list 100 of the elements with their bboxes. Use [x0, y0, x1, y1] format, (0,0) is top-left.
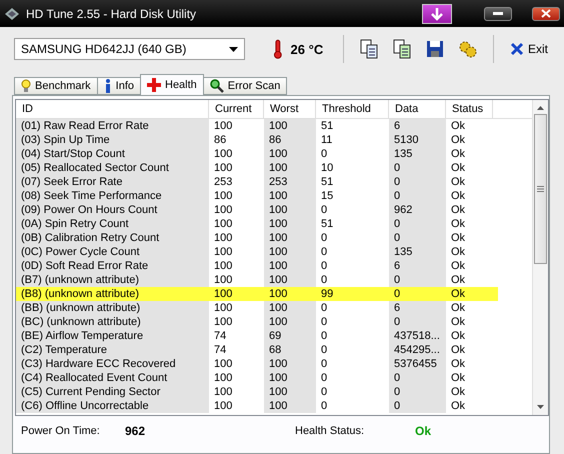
- table-row[interactable]: (BE) Airflow Temperature 74 69 0 437518... Ok: [16, 329, 532, 343]
- download-button[interactable]: [422, 4, 452, 24]
- table-row[interactable]: (09) Power On Hours Count 100 100 0 962 Ok: [16, 203, 532, 217]
- table-cell: 100: [264, 357, 316, 371]
- table-cell: 5376455: [389, 357, 446, 371]
- table-cell-text: Ok: [450, 231, 466, 245]
- table-row[interactable]: (08) Seek Time Performance 100 100 15 0 Ok: [16, 189, 532, 203]
- table-cell: (07) Seek Error Rate: [16, 175, 209, 189]
- table-cell-text: 10: [320, 161, 334, 175]
- table-row[interactable]: (0C) Power Cycle Count 100 100 0 135 Ok: [16, 245, 532, 259]
- tab[interactable]: Info: [96, 77, 141, 95]
- down-arrow-icon: [430, 6, 444, 20]
- table-cell: (BE) Airflow Temperature: [16, 329, 209, 343]
- table-row[interactable]: (C2) Temperature 74 68 0 454295... Ok: [16, 343, 532, 357]
- table-cell-text: 0: [320, 357, 328, 371]
- table-row[interactable]: (C4) Reallocated Event Count 100 100 0 0 Ok: [16, 371, 532, 385]
- scrollbar[interactable]: [532, 100, 548, 415]
- tab[interactable]: Error Scan: [202, 77, 288, 95]
- table-cell-text: 0: [320, 343, 328, 357]
- table-cell-text: Ok: [450, 259, 466, 273]
- table-cell-text: (B8) (unknown attribute): [20, 287, 140, 301]
- table-cell-text: 86: [213, 133, 228, 147]
- table-cell-text: 74: [213, 329, 228, 343]
- grip-icon: [537, 186, 544, 192]
- table-cell-text: 100: [268, 287, 288, 301]
- table-row[interactable]: (C6) Offline Uncorrectable 100 100 0 0 Ok: [16, 399, 532, 413]
- table-cell-text: Ok: [450, 161, 466, 175]
- tab[interactable]: Health: [140, 74, 204, 95]
- table-row[interactable]: (01) Raw Read Error Rate 100 100 51 6 Ok: [16, 119, 532, 133]
- table-cell: (01) Raw Read Error Rate: [16, 119, 209, 133]
- table-cell-text: 15: [320, 189, 334, 203]
- table-cell-text: 0: [320, 371, 328, 385]
- table-cell-text: Ok: [450, 133, 466, 147]
- table-row[interactable]: (0A) Spin Retry Count 100 100 51 0 Ok: [16, 217, 532, 231]
- column-header[interactable]: Data: [389, 100, 446, 118]
- table-row[interactable]: (07) Seek Error Rate 253 253 51 0 Ok: [16, 175, 532, 189]
- table-cell: (BC) (unknown attribute): [16, 315, 209, 329]
- column-header[interactable]: Threshold: [316, 100, 389, 118]
- table-cell-text: 100: [213, 203, 234, 217]
- table-cell-text: 100: [213, 189, 234, 203]
- health-status-value: Ok: [415, 424, 432, 438]
- table-cell-text: Ok: [450, 273, 466, 287]
- table-cell: (C6) Offline Uncorrectable: [16, 399, 209, 413]
- table-row[interactable]: (03) Spin Up Time 86 86 11 5130 Ok: [16, 133, 532, 147]
- column-header[interactable]: ID: [16, 100, 209, 118]
- table-cell-text: Ok: [450, 287, 466, 301]
- exit-button[interactable]: Exit: [506, 40, 552, 58]
- table-cell: 100: [264, 301, 316, 315]
- table-cell-text: Ok: [450, 385, 466, 399]
- table-row[interactable]: (B8) (unknown attribute) 100 100 99 0 Ok: [16, 287, 498, 301]
- column-header[interactable]: Worst: [264, 100, 316, 118]
- close-button[interactable]: [532, 6, 560, 20]
- table-cell-text: Ok: [450, 315, 466, 329]
- table-cell-text: 100: [213, 231, 234, 245]
- table-cell: 437518...: [389, 329, 446, 343]
- table-cell-text: 100: [213, 119, 234, 133]
- table-cell-text: 0: [320, 315, 328, 329]
- table-row[interactable]: (05) Reallocated Sector Count 100 100 10 0 Ok: [16, 161, 532, 175]
- table-cell-text: 51: [320, 217, 334, 231]
- scroll-down-arrow-icon[interactable]: [537, 405, 544, 409]
- table-cell-text: 0: [320, 231, 328, 245]
- table-cell: 135: [389, 245, 446, 259]
- table-row[interactable]: (BC) (unknown attribute) 100 100 0 0 Ok: [16, 315, 532, 329]
- table-cell: 0: [389, 161, 446, 175]
- table-row[interactable]: (0B) Calibration Retry Count 100 100 0 0 Ok: [16, 231, 532, 245]
- table-row[interactable]: (0D) Soft Read Error Rate 100 100 0 6 Ok: [16, 259, 532, 273]
- scroll-up-arrow-icon[interactable]: [537, 106, 544, 110]
- table-row[interactable]: (C3) Hardware ECC Recovered 100 100 0 5376455 Ok: [16, 357, 532, 371]
- table-row[interactable]: (BB) (unknown attribute) 100 100 0 6 Ok: [16, 301, 532, 315]
- table-cell: 0: [389, 217, 446, 231]
- light-bulb-icon: [21, 79, 31, 93]
- tab[interactable]: Benchmark: [14, 77, 98, 95]
- table-cell: 100: [264, 371, 316, 385]
- table-cell: (0C) Power Cycle Count: [16, 245, 209, 259]
- table-cell: 454295...: [389, 343, 446, 357]
- table-cell: 100: [264, 231, 316, 245]
- table-row[interactable]: (C5) Current Pending Sector 100 100 0 0 Ok: [16, 385, 532, 399]
- table-row[interactable]: (04) Start/Stop Count 100 100 0 135 Ok: [16, 147, 532, 161]
- table-cell-text: 0: [320, 147, 328, 161]
- table-cell: (0D) Soft Read Error Rate: [16, 259, 209, 273]
- column-header[interactable]: Status: [446, 100, 493, 118]
- info-icon: [104, 79, 112, 93]
- temperature-reading: 26 °C: [290, 42, 324, 56]
- table-row[interactable]: (B7) (unknown attribute) 100 100 0 0 Ok: [16, 273, 532, 287]
- table-cell-text: 100: [213, 301, 234, 315]
- minimize-button[interactable]: [484, 6, 512, 20]
- table-cell: 68: [264, 343, 316, 357]
- table-cell-text: 100: [213, 315, 234, 329]
- table-cell-text: Ok: [450, 371, 466, 385]
- table-cell-text: 11: [320, 133, 334, 147]
- table-cell: 100: [264, 119, 316, 133]
- table-cell-text: 0: [320, 385, 328, 399]
- table-cell: 100: [264, 217, 316, 231]
- drive-dropdown[interactable]: SAMSUNG HD642JJ (640 GB): [14, 38, 246, 60]
- table-cell: 86: [264, 133, 316, 147]
- table-cell: 100: [264, 385, 316, 399]
- table-cell-text: Ok: [450, 203, 466, 217]
- table-cell-text: 100: [213, 147, 234, 161]
- column-header[interactable]: Current: [209, 100, 264, 118]
- table-cell-text: Ok: [450, 301, 466, 315]
